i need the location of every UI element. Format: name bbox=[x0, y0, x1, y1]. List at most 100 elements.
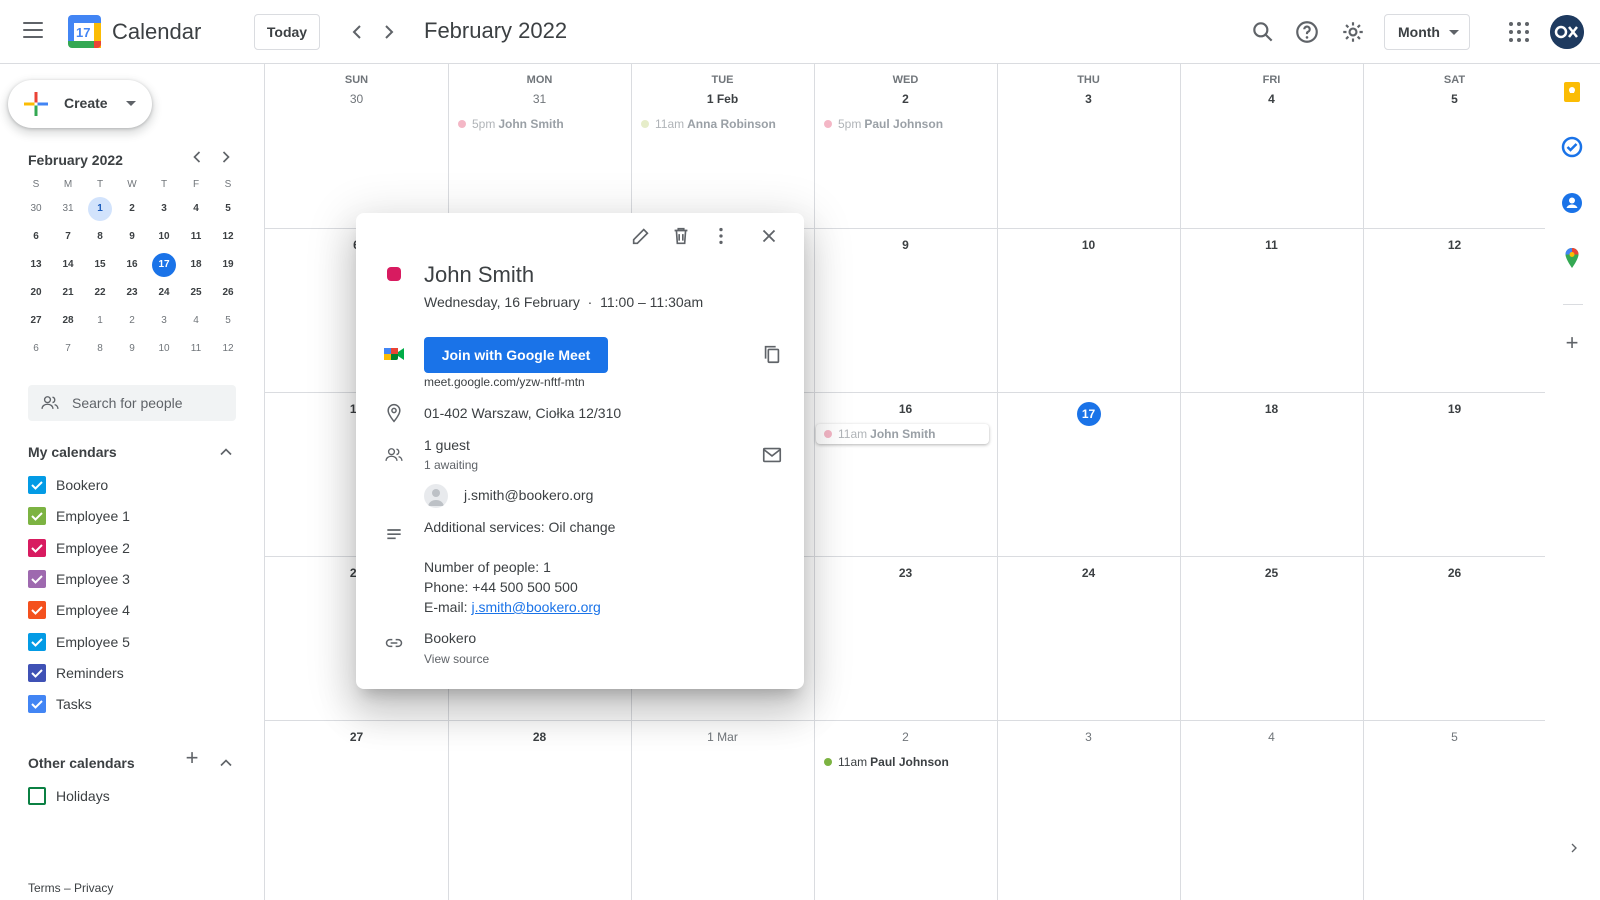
day-number[interactable]: 5 bbox=[1363, 92, 1546, 106]
search-icon[interactable] bbox=[1250, 19, 1276, 45]
contacts-icon[interactable] bbox=[1561, 192, 1583, 214]
mini-calendar-day[interactable]: 11 bbox=[180, 223, 212, 251]
day-number[interactable]: 17 bbox=[997, 402, 1180, 426]
day-number[interactable]: 18 bbox=[1180, 402, 1363, 416]
checkbox-checked-icon[interactable] bbox=[28, 633, 46, 651]
day-number[interactable]: 26 bbox=[1363, 566, 1546, 580]
event-chip[interactable]: 11am John Smith bbox=[816, 424, 989, 444]
join-meet-button[interactable]: Join with Google Meet bbox=[424, 337, 608, 373]
mini-calendar-day[interactable]: 22 bbox=[84, 279, 116, 307]
mini-calendar-day[interactable]: 1 bbox=[84, 307, 116, 335]
mini-calendar-day[interactable]: 8 bbox=[84, 335, 116, 363]
mini-calendar-prev-button[interactable] bbox=[185, 147, 209, 171]
day-number[interactable]: 24 bbox=[997, 566, 1180, 580]
event-chip[interactable]: 11am Paul Johnson bbox=[816, 752, 989, 772]
checkbox-checked-icon[interactable] bbox=[28, 570, 46, 588]
chevron-up-icon[interactable] bbox=[216, 753, 236, 773]
day-number[interactable]: 12 bbox=[1363, 238, 1546, 252]
checkbox-checked-icon[interactable] bbox=[28, 507, 46, 525]
calendar-item-employee-4[interactable]: Employee 4 bbox=[28, 596, 248, 624]
tasks-icon[interactable] bbox=[1561, 136, 1583, 158]
checkbox-unchecked-icon[interactable] bbox=[28, 787, 46, 805]
privacy-link[interactable]: Privacy bbox=[74, 881, 113, 895]
checkbox-checked-icon[interactable] bbox=[28, 695, 46, 713]
copy-icon[interactable] bbox=[761, 343, 783, 365]
my-calendars-title[interactable]: My calendars bbox=[28, 444, 117, 460]
help-icon[interactable] bbox=[1294, 19, 1320, 45]
mini-calendar-day[interactable]: 25 bbox=[180, 279, 212, 307]
main-menu-icon[interactable] bbox=[23, 22, 43, 38]
add-addon-icon[interactable]: + bbox=[1562, 332, 1582, 354]
mini-calendar-day[interactable]: 19 bbox=[212, 251, 244, 279]
mini-calendar-day[interactable]: 15 bbox=[84, 251, 116, 279]
mini-calendar-day[interactable]: 4 bbox=[180, 307, 212, 335]
calendar-item-employee-2[interactable]: Employee 2 bbox=[28, 534, 248, 562]
mini-calendar-day[interactable]: 5 bbox=[212, 307, 244, 335]
next-month-button[interactable] bbox=[377, 20, 401, 44]
day-number[interactable]: 11 bbox=[1180, 238, 1363, 252]
search-people-input[interactable]: Search for people bbox=[28, 385, 236, 421]
meet-link[interactable]: meet.google.com/yzw-nftf-mtn bbox=[424, 375, 585, 389]
day-number[interactable]: 16 bbox=[814, 402, 997, 416]
day-number[interactable]: 1 Feb bbox=[631, 92, 814, 106]
close-icon[interactable] bbox=[758, 225, 782, 249]
day-number[interactable]: 19 bbox=[1363, 402, 1546, 416]
mini-calendar-day[interactable]: 14 bbox=[52, 251, 84, 279]
day-number[interactable]: 2 bbox=[814, 92, 997, 106]
mini-calendar-day[interactable]: 12 bbox=[212, 223, 244, 251]
view-switcher[interactable]: Month bbox=[1384, 14, 1470, 50]
mini-calendar-day[interactable]: 7 bbox=[52, 335, 84, 363]
mini-calendar-day[interactable]: 26 bbox=[212, 279, 244, 307]
checkbox-checked-icon[interactable] bbox=[28, 664, 46, 682]
day-number[interactable]: 25 bbox=[1180, 566, 1363, 580]
day-number[interactable]: 10 bbox=[997, 238, 1180, 252]
view-source-link[interactable]: View source bbox=[424, 652, 489, 666]
mini-calendar-day[interactable]: 4 bbox=[180, 195, 212, 223]
calendar-item-reminders[interactable]: Reminders bbox=[28, 659, 248, 687]
keep-icon[interactable] bbox=[1561, 81, 1583, 103]
mini-calendar-day[interactable]: 7 bbox=[52, 223, 84, 251]
mini-calendar-day[interactable]: 3 bbox=[148, 195, 180, 223]
mini-calendar-day[interactable]: 9 bbox=[116, 335, 148, 363]
mini-calendar-day[interactable]: 24 bbox=[148, 279, 180, 307]
day-number[interactable]: 27 bbox=[265, 730, 448, 744]
mini-calendar-day[interactable]: 18 bbox=[180, 251, 212, 279]
mini-calendar-day[interactable]: 11 bbox=[180, 335, 212, 363]
create-button[interactable]: Create bbox=[8, 80, 152, 128]
previous-month-button[interactable] bbox=[345, 20, 369, 44]
add-calendar-icon[interactable]: + bbox=[182, 747, 202, 769]
calendar-item-employee-1[interactable]: Employee 1 bbox=[28, 502, 248, 530]
mini-calendar-day[interactable]: 5 bbox=[212, 195, 244, 223]
mini-calendar-day[interactable]: 30 bbox=[20, 195, 52, 223]
edit-icon[interactable] bbox=[630, 225, 654, 249]
mini-calendar-day[interactable]: 13 bbox=[20, 251, 52, 279]
day-number[interactable]: 3 bbox=[997, 92, 1180, 106]
mini-calendar-day[interactable]: 10 bbox=[148, 223, 180, 251]
mini-calendar-day[interactable]: 3 bbox=[148, 307, 180, 335]
more-options-icon[interactable] bbox=[710, 225, 734, 249]
other-calendars-title[interactable]: Other calendars bbox=[28, 755, 135, 771]
checkbox-checked-icon[interactable] bbox=[28, 476, 46, 494]
event-chip[interactable]: 5pm John Smith bbox=[450, 114, 623, 134]
day-number[interactable]: 4 bbox=[1180, 92, 1363, 106]
delete-icon[interactable] bbox=[670, 225, 694, 249]
terms-link[interactable]: Terms bbox=[28, 881, 61, 895]
day-number[interactable]: 9 bbox=[814, 238, 997, 252]
mini-calendar-day[interactable]: 12 bbox=[212, 335, 244, 363]
mini-calendar-day[interactable]: 21 bbox=[52, 279, 84, 307]
day-number[interactable]: 30 bbox=[265, 92, 448, 106]
today-button[interactable]: Today bbox=[254, 14, 320, 50]
maps-icon[interactable] bbox=[1561, 247, 1583, 269]
day-number[interactable]: 5 bbox=[1363, 730, 1546, 744]
mini-calendar-day[interactable]: 6 bbox=[20, 223, 52, 251]
day-number[interactable]: 4 bbox=[1180, 730, 1363, 744]
checkbox-checked-icon[interactable] bbox=[28, 601, 46, 619]
calendar-item-employee-5[interactable]: Employee 5 bbox=[28, 628, 248, 656]
mini-calendar-day[interactable]: 2 bbox=[116, 195, 148, 223]
mini-calendar-day[interactable]: 1 bbox=[84, 195, 116, 223]
checkbox-checked-icon[interactable] bbox=[28, 539, 46, 557]
mini-calendar-day[interactable]: 20 bbox=[20, 279, 52, 307]
day-number[interactable]: 3 bbox=[997, 730, 1180, 744]
day-number[interactable]: 23 bbox=[814, 566, 997, 580]
day-number[interactable]: 28 bbox=[448, 730, 631, 744]
